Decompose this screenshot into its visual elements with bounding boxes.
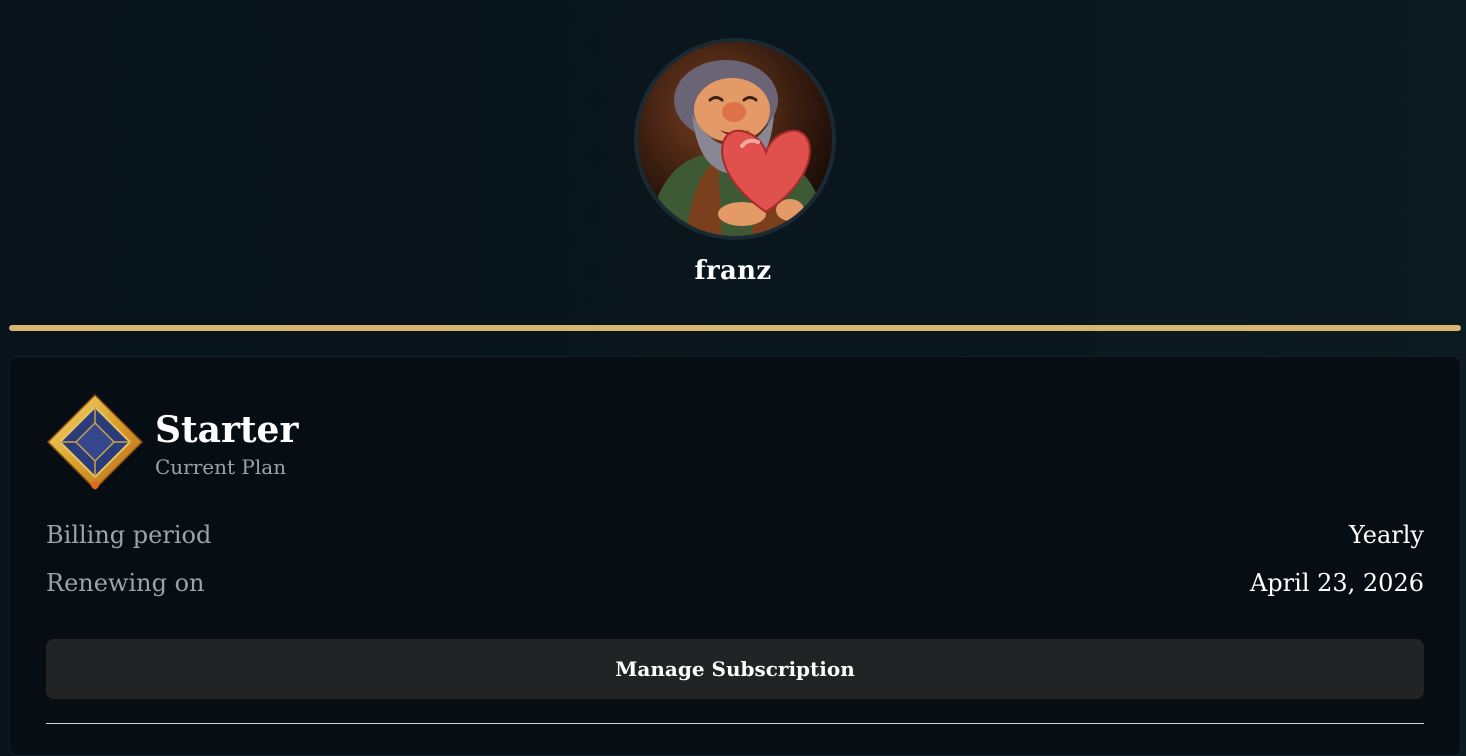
profile-header: franz (0, 0, 1466, 326)
plan-card: Starter Current Plan Billing period Year… (9, 356, 1461, 756)
billing-period-label: Billing period (46, 521, 212, 549)
avatar[interactable] (634, 38, 836, 240)
gold-divider (9, 325, 1461, 331)
renewal-label: Renewing on (46, 569, 205, 597)
billing-period-value: Yearly (1349, 521, 1424, 549)
manage-subscription-button[interactable]: Manage Subscription (46, 639, 1424, 699)
plan-subtitle: Current Plan (155, 455, 287, 479)
username: franz (694, 256, 772, 286)
gem-badge-icon (46, 393, 144, 491)
card-divider (46, 723, 1424, 724)
avatar-image (638, 42, 832, 236)
billing-period-row: Billing period Yearly (46, 521, 1424, 555)
renewal-row: Renewing on April 23, 2026 (46, 569, 1424, 603)
renewal-date: April 23, 2026 (1249, 569, 1424, 597)
plan-header: Starter Current Plan (46, 393, 646, 491)
plan-name: Starter (155, 409, 299, 451)
